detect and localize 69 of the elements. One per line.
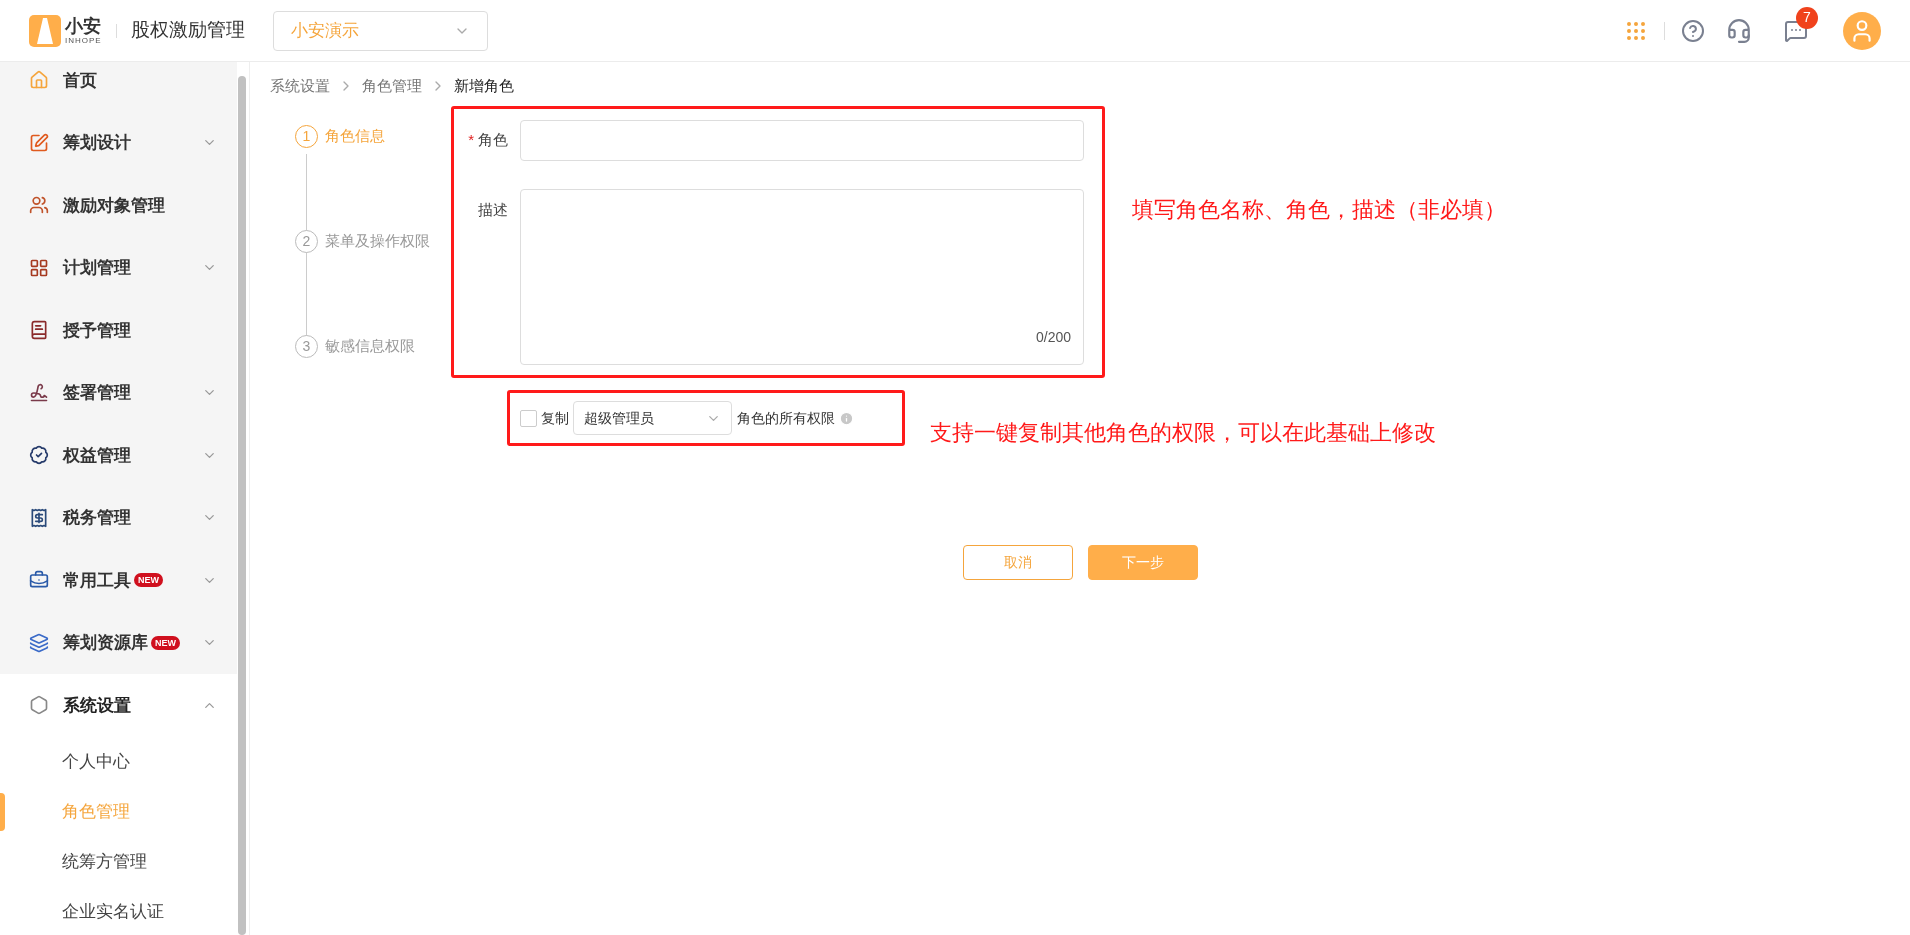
step-label: 菜单及操作权限 — [325, 230, 430, 251]
menu-label: 筹划设计 — [63, 132, 131, 154]
logo-text: 小安 — [65, 16, 102, 35]
receipt-icon — [29, 507, 49, 528]
active-indicator — [0, 792, 5, 831]
new-badge: NEW — [134, 573, 163, 588]
menu-label: 首页 — [63, 69, 97, 92]
menu-label: 系统设置 — [63, 694, 131, 717]
grid-icon — [29, 257, 49, 278]
copy-suffix: 角色的所有权限 — [737, 408, 835, 428]
field-label: * 角色 — [468, 130, 508, 151]
copy-checkbox[interactable] — [520, 409, 537, 427]
tower-icon — [37, 17, 53, 44]
copy-label: 复制 — [541, 408, 569, 428]
description-textarea[interactable]: 0/200 — [520, 189, 1084, 365]
sidebar-item[interactable]: 税务管理 — [0, 486, 237, 549]
sidebar-item[interactable]: 筹划资源库 NEW — [0, 611, 237, 674]
menu-label: 筹划资源库 — [63, 632, 148, 654]
submenu-item[interactable]: 企业实名认证 — [62, 898, 164, 925]
sidebar-item[interactable]: 权益管理 — [0, 424, 237, 487]
sidebar-item[interactable]: 授予管理 — [0, 299, 237, 362]
sidebar-item[interactable]: 系统设置 — [0, 674, 237, 737]
badge-icon — [29, 445, 49, 466]
settings-icon — [29, 695, 49, 716]
annotation-text: 填写角色名称、角色，描述（非必填） — [1132, 196, 1506, 224]
app-title: 股权激励管理 — [130, 18, 245, 43]
submenu-item[interactable]: 统筹方管理 — [62, 848, 147, 875]
new-badge: NEW — [151, 635, 180, 650]
step-number: 2 — [295, 229, 318, 253]
sidebar-item[interactable]: 计划管理 — [0, 236, 237, 299]
role-select[interactable]: 超级管理员 — [573, 401, 732, 435]
briefcase-icon — [29, 570, 49, 591]
role-input[interactable] — [520, 120, 1084, 161]
sidebar-item[interactable]: 签署管理 — [0, 361, 237, 424]
sidebar-item[interactable]: 首页 — [0, 62, 237, 112]
breadcrumb-item[interactable]: 系统设置 — [270, 74, 330, 98]
layers-icon — [29, 632, 49, 653]
users-icon — [29, 195, 49, 216]
annotation-text: 支持一键复制其他角色的权限，可以在此基础上修改 — [930, 419, 1436, 447]
menu-label: 权益管理 — [63, 444, 131, 467]
message-count-badge: 7 — [1796, 6, 1818, 29]
step-number: 1 — [295, 124, 318, 148]
info-icon[interactable] — [839, 410, 854, 426]
character-counter: 0/200 — [1035, 328, 1071, 347]
book-icon — [29, 320, 49, 341]
logo-subtext: INHOPE — [65, 36, 102, 45]
sidebar-item[interactable]: 激励对象管理 — [0, 174, 237, 237]
headset-icon[interactable] — [1726, 17, 1752, 44]
breadcrumb-item: 新增角色 — [454, 75, 514, 96]
step-number: 3 — [295, 334, 318, 358]
signature-icon — [29, 382, 49, 403]
menu-label: 激励对象管理 — [63, 194, 165, 217]
menu-label: 常用工具 — [63, 569, 131, 592]
scrollbar[interactable] — [238, 76, 246, 935]
step-label: 敏感信息权限 — [325, 335, 415, 356]
menu-label: 税务管理 — [63, 507, 131, 529]
sidebar-item[interactable]: 常用工具 NEW — [0, 549, 237, 612]
home-icon — [29, 70, 49, 91]
step-label: 角色信息 — [325, 125, 385, 146]
menu-label: 计划管理 — [63, 257, 131, 279]
avatar-icon[interactable] — [1843, 11, 1881, 50]
menu-label: 签署管理 — [63, 382, 131, 404]
edit-icon — [29, 132, 49, 153]
submenu-item[interactable]: 个人中心 — [62, 748, 130, 775]
breadcrumb-item[interactable]: 角色管理 — [362, 74, 422, 98]
help-icon[interactable] — [1681, 18, 1705, 43]
menu-label: 授予管理 — [63, 319, 131, 342]
sidebar-item[interactable]: 筹划设计 — [0, 111, 237, 174]
field-label: 描述 — [478, 200, 508, 220]
